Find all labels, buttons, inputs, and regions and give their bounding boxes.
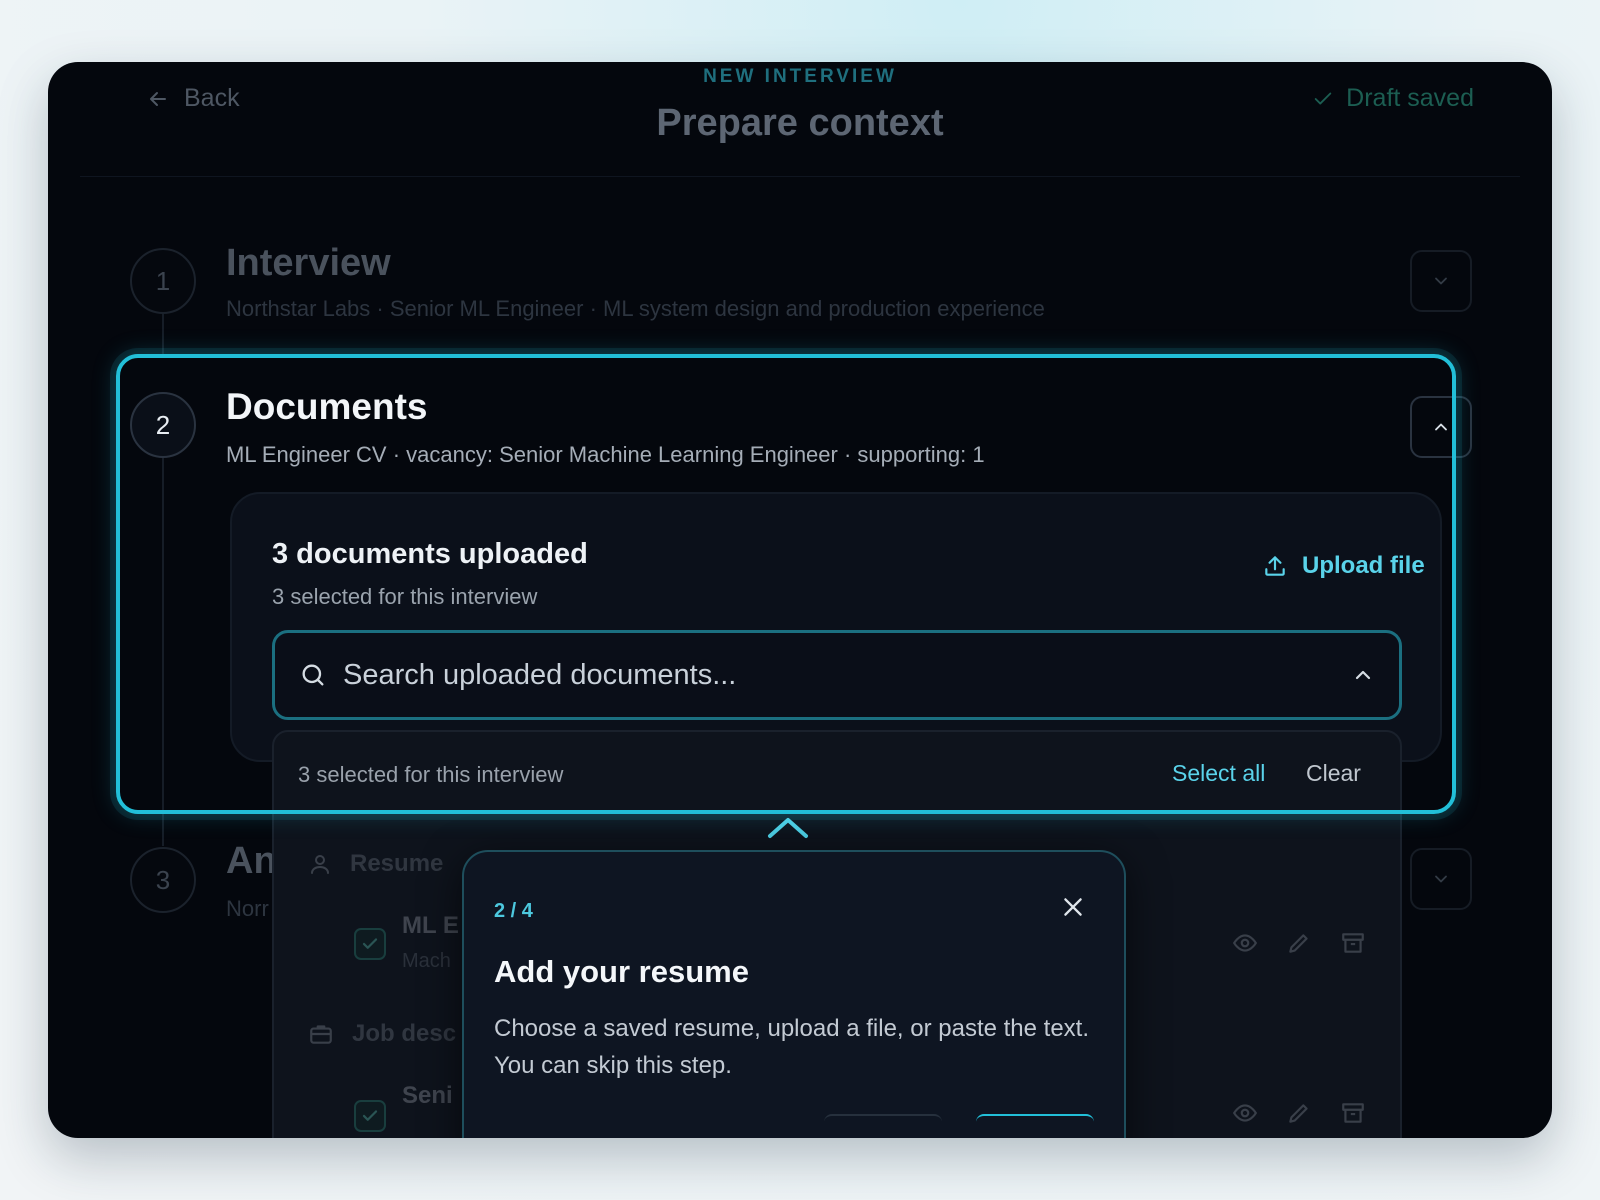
group-label: Resume [350,850,444,877]
tour-highlight-frame [116,354,1456,814]
step-3-number: 3 [130,847,196,913]
step-1-expand-button[interactable] [1410,250,1472,312]
chevron-up-icon [768,818,808,838]
step-connector [162,314,164,354]
user-icon [311,855,329,874]
group-label: Job desc [352,1020,457,1047]
chevron-down-icon [1435,277,1447,285]
step-1-title: Interview [226,242,391,284]
pencil-icon[interactable] [1286,1100,1312,1126]
item-subtitle: Mach [402,950,451,972]
check-icon [362,1110,378,1121]
check-icon [1314,92,1332,104]
step-3-subtitle: Norr [226,896,269,921]
item-checkbox[interactable] [354,1100,386,1132]
tour-popover: 2 / 4 Add your resume Choose a saved res… [462,850,1126,1138]
tour-next-button[interactable] [976,1114,1094,1126]
close-icon [1064,898,1082,916]
draft-status-label: Draft saved [1346,84,1474,112]
item-title: Seni [402,1082,453,1109]
step-1-subtitle: Northstar Labs · Senior ML Engineer · ML… [226,296,1045,321]
tour-title: Add your resume [494,954,749,989]
archive-icon[interactable] [1340,930,1366,956]
tour-actions [824,1114,1094,1126]
eye-icon[interactable] [1232,1100,1258,1126]
group-header-job-description: Job desc [308,1020,456,1048]
item-actions [1232,930,1366,956]
draft-status: Draft saved [1312,84,1474,113]
archive-icon[interactable] [1340,1100,1366,1126]
chevron-down-icon [1435,875,1447,883]
app-window: Back NEW INTERVIEW Prepare context Draft… [48,62,1552,1138]
item-actions [1232,1100,1366,1126]
check-icon [362,938,378,949]
tour-body: Choose a saved resume, upload a file, or… [494,1015,1090,1079]
close-tour-button[interactable] [1060,894,1086,925]
item-checkbox[interactable] [354,928,386,960]
step-3-title: An [226,840,277,882]
pencil-icon[interactable] [1286,930,1312,956]
briefcase-icon [310,1025,332,1044]
header-divider [80,176,1520,177]
step-3-expand-button[interactable] [1410,848,1472,910]
tour-progress: 2 / 4 [494,900,533,922]
eye-icon[interactable] [1232,930,1258,956]
tour-back-button[interactable] [824,1114,942,1126]
item-title: ML E [402,912,459,939]
step-1-number: 1 [130,248,196,314]
group-header-resume: Resume [308,850,443,878]
